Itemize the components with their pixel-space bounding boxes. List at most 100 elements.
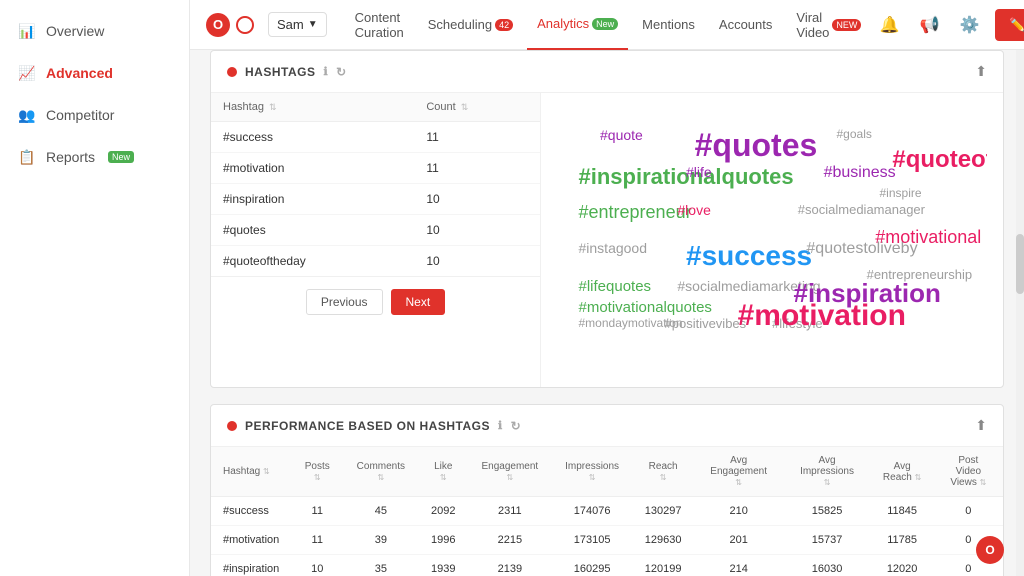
sidebar-item-competitor[interactable]: 👥 Competitor: [0, 94, 189, 136]
prev-button[interactable]: Previous: [306, 289, 383, 315]
scrollbar-thumb[interactable]: [1016, 234, 1024, 294]
table-row: #motivation11: [211, 153, 540, 184]
reports-badge: New: [108, 151, 134, 163]
perf-col-header: Impressions ⇅: [552, 447, 633, 497]
perf-cell: 130297: [633, 497, 694, 526]
perf-cell: #inspiration: [211, 555, 291, 576]
nav-analytics[interactable]: Analytics New: [527, 0, 628, 50]
count-cell: 11: [414, 153, 540, 184]
chevron-down-icon: ▼: [308, 19, 318, 30]
scrollbar-track[interactable]: [1016, 50, 1024, 576]
perf-cell: 12020: [871, 555, 934, 576]
share-icon-perf[interactable]: ⬆: [975, 417, 987, 434]
count-cell: 11: [414, 122, 540, 153]
word-cloud-item: #entrepreneur: [579, 202, 692, 223]
analytics-badge: New: [592, 18, 618, 30]
perf-cell: 2139: [468, 555, 552, 576]
word-cloud-item: #motivationalquotes: [579, 299, 712, 316]
settings-icon[interactable]: ⚙️: [955, 11, 983, 39]
sidebar-item-label: Overview: [46, 23, 104, 39]
perf-col-header: Posts ⇅: [291, 447, 343, 497]
competitor-icon: 👥: [18, 106, 36, 124]
nav-accounts[interactable]: Accounts: [709, 0, 782, 50]
hashtag-cell: #success: [211, 122, 414, 153]
hashtags-body: Hashtag ⇅ Count ⇅ #success11#motivation1…: [211, 93, 1003, 387]
perf-col-header: Engagement ⇅: [468, 447, 552, 497]
nav-right-actions: 🔔 📢 ⚙️ ✏️ Compose: [875, 9, 1024, 41]
perf-cell: 11: [291, 526, 343, 555]
info-icon-perf[interactable]: ℹ: [498, 419, 503, 432]
hashtags-cloud-side: #quote#quotes#goals#inspirationalquotes#…: [541, 93, 1003, 387]
table-row: #quoteoftheday10: [211, 246, 540, 277]
hashtag-cell: #quoteoftheday: [211, 246, 414, 277]
nav-content-curation[interactable]: Content Curation: [345, 0, 414, 50]
perf-cell: 1939: [419, 555, 469, 576]
word-cloud-item: #business: [824, 164, 896, 182]
page-content: HASHTAGS ℹ ↻ ⬆ Hashtag ⇅ Count ⇅: [190, 50, 1024, 576]
refresh-icon-perf[interactable]: ↻: [511, 419, 522, 433]
account-selector[interactable]: Sam ▼: [268, 12, 327, 37]
performance-card-title: PERFORMANCE BASED ON HASHTAGS ℹ ↻: [227, 419, 521, 433]
perf-cell: 173105: [552, 526, 633, 555]
nav-scheduling[interactable]: Scheduling 42: [418, 0, 523, 50]
table-row: #inspiration1035193921391602951201992141…: [211, 555, 1003, 576]
info-icon[interactable]: ℹ: [323, 65, 328, 78]
perf-cell: 2311: [468, 497, 552, 526]
dot-red-icon-perf: [227, 421, 237, 431]
reports-icon: 📋: [18, 148, 36, 166]
perf-cell: 2092: [419, 497, 469, 526]
word-cloud-item: #quote: [600, 127, 643, 143]
sidebar: 📊 Overview 📈 Advanced 👥 Competitor 📋 Rep…: [0, 0, 190, 576]
col-count: Count ⇅: [414, 93, 540, 122]
col-hashtag: Hashtag ⇅: [211, 93, 414, 122]
dot-red-icon: [227, 67, 237, 77]
bottom-logo-text: O: [985, 543, 994, 557]
performance-table-container: Hashtag ⇅Posts ⇅Comments ⇅Like ⇅Engageme…: [211, 447, 1003, 576]
notifications-icon[interactable]: 🔔: [875, 11, 903, 39]
nav-mentions[interactable]: Mentions: [632, 0, 705, 50]
perf-cell: 16030: [784, 555, 871, 576]
hashtags-card-header: HASHTAGS ℹ ↻ ⬆: [211, 51, 1003, 93]
compose-button[interactable]: ✏️ Compose: [995, 9, 1024, 41]
perf-cell: 120199: [633, 555, 694, 576]
next-button[interactable]: Next: [391, 289, 446, 315]
table-row: #inspiration10: [211, 184, 540, 215]
sidebar-item-label: Competitor: [46, 107, 114, 123]
pagination: Previous Next: [211, 276, 540, 327]
logo-icon-sm: [236, 16, 254, 34]
perf-cell: 11785: [871, 526, 934, 555]
scheduling-badge: 42: [495, 19, 513, 31]
hashtags-table-side: Hashtag ⇅ Count ⇅ #success11#motivation1…: [211, 93, 541, 387]
perf-cell: 45: [343, 497, 418, 526]
refresh-icon[interactable]: ↻: [336, 65, 347, 79]
nav-viral-video[interactable]: Viral Video NEW: [786, 0, 871, 50]
compose-icon: ✏️: [1009, 17, 1024, 33]
sidebar-item-label: Advanced: [46, 65, 113, 81]
performance-card: PERFORMANCE BASED ON HASHTAGS ℹ ↻ ⬆ Hash…: [210, 404, 1004, 576]
main-content: O Sam ▼ Content Curation Scheduling 42 A…: [190, 0, 1024, 576]
word-cloud-item: #motivation: [738, 299, 906, 333]
hashtag-cell: #quotes: [211, 215, 414, 246]
perf-cell: 210: [694, 497, 784, 526]
word-cloud-item: #love: [677, 202, 710, 218]
word-cloud-item: #socialmediamanager: [798, 202, 925, 217]
sidebar-item-overview[interactable]: 📊 Overview: [0, 10, 189, 52]
performance-card-header: PERFORMANCE BASED ON HASHTAGS ℹ ↻ ⬆: [211, 405, 1003, 447]
sidebar-item-advanced[interactable]: 📈 Advanced: [0, 52, 189, 94]
word-cloud-item: #goals: [837, 127, 872, 141]
perf-cell: 15737: [784, 526, 871, 555]
share-icon[interactable]: ⬆: [975, 63, 987, 80]
word-cloud-item: #entrepreneurship: [867, 267, 973, 282]
table-row: #motivation11391996221517310512963020115…: [211, 526, 1003, 555]
perf-cell: 174076: [552, 497, 633, 526]
hashtag-cell: #motivation: [211, 153, 414, 184]
bottom-logo[interactable]: O: [976, 536, 1004, 564]
sidebar-item-reports[interactable]: 📋 Reports New: [0, 136, 189, 178]
sidebar-item-label: Reports: [46, 149, 95, 165]
megaphone-icon[interactable]: 📢: [915, 11, 943, 39]
perf-cell: 35: [343, 555, 418, 576]
perf-cell: 129630: [633, 526, 694, 555]
table-row: #quotes10: [211, 215, 540, 246]
perf-cell: #motivation: [211, 526, 291, 555]
perf-col-header: Hashtag ⇅: [211, 447, 291, 497]
